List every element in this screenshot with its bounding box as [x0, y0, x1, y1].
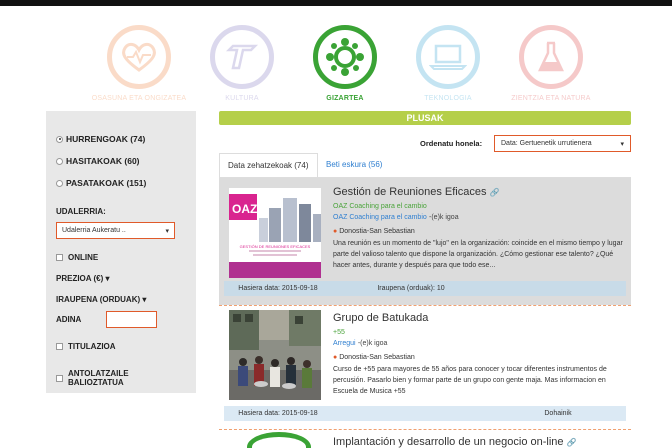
location-text: Donostia-San Sebastian	[339, 228, 415, 235]
category-label: ZIENTZIA ETA NATURA	[511, 95, 591, 102]
top-bar	[0, 0, 672, 6]
event-description: Curso de +55 para mayores de 55 años par…	[333, 366, 607, 395]
udalerria-label: UDALERRIA:	[56, 207, 106, 216]
duration: Iraupena (orduak): 10	[377, 285, 445, 292]
filter-upcoming[interactable]: HURRENGOAK (74)	[56, 128, 186, 150]
filter-started[interactable]: HASITAKOAK (60)	[56, 150, 186, 172]
duration-label: IRAUPENA (ORDUAK)	[56, 295, 141, 304]
category-health[interactable]: OSASUNA ETA ONGIZATEA	[92, 25, 186, 102]
event-title-text[interactable]: Gestión de Reuniones Eficaces	[333, 186, 486, 198]
uploader-suffix: -(e)k igoa	[357, 340, 388, 347]
oaz-logo: OAZ	[232, 202, 257, 216]
map-pin-icon: ●	[333, 228, 338, 235]
event-organizer[interactable]: +55	[333, 328, 623, 338]
card-separator	[219, 429, 631, 430]
sort-label: Ordenatu honela:	[420, 139, 483, 148]
category-label: TEKNOLOGIA	[424, 95, 472, 102]
heart-pulse-icon	[107, 25, 171, 89]
degree-filter[interactable]: TITULAZIOA	[56, 342, 186, 351]
sort-select[interactable]: Data: Gertuenetik urrutienera ▾	[494, 135, 631, 152]
event-meta: Hasiera data: 2015-09-18 Iraupena (ordua…	[224, 281, 626, 296]
duration-filter[interactable]: IRAUPENA (ORDUAK) ▾	[56, 295, 186, 304]
event-title[interactable]: Grupo de Batukada	[333, 312, 623, 324]
category-label: KULTURA	[225, 95, 259, 102]
radio-label: PASATAKOAK (151)	[66, 178, 147, 188]
event-card[interactable]: OAZ GESTIÓN DE REUNIONES EFICACES Gestió…	[219, 178, 631, 305]
uploader-suffix: -(e)k igoa	[429, 214, 459, 221]
dropdown-arrow-icon: ▾	[620, 140, 624, 148]
section-header: PLUSAK	[219, 111, 631, 125]
udalerria-select[interactable]: Udalerria Aukeratu .. ▾	[56, 222, 175, 239]
caret-down-icon: ▾	[142, 295, 147, 304]
uploader-link[interactable]: OAZ Coaching para el cambio	[333, 214, 427, 221]
event-title[interactable]: Gestión de Reuniones Eficaces 🔗	[333, 186, 623, 198]
culture-icon	[210, 25, 274, 89]
category-culture[interactable]: KULTURA	[210, 25, 274, 102]
start-date: Hasiera data: 2015-09-18	[238, 410, 318, 417]
radio-button[interactable]	[56, 179, 63, 187]
uploader-link[interactable]: Arregui	[333, 340, 356, 347]
image-caption: GESTIÓN DE REUNIONES EFICACES	[240, 244, 311, 249]
event-organizer[interactable]: OAZ Coaching para el cambio	[333, 202, 623, 212]
map-pin-icon: ●	[333, 354, 338, 361]
age-label: ADINA	[56, 315, 82, 324]
category-badge-icon	[247, 432, 311, 448]
select-value: Data: Gertuenetik urrutienera	[501, 140, 592, 147]
filter-past[interactable]: PASATAKOAK (151)	[56, 172, 186, 194]
validated-organizer-filter[interactable]: ANTOLATZAILE BALIOZTATUA	[56, 369, 186, 387]
event-location: ● Donostia-San Sebastian	[333, 353, 623, 363]
event-title[interactable]: Implantación y desarrollo de un negocio …	[333, 436, 577, 448]
caret-down-icon: ▾	[105, 274, 110, 283]
location-text: Donostia-San Sebastian	[339, 354, 415, 361]
event-title-text[interactable]: Implantación y desarrollo de un negocio …	[333, 436, 564, 448]
event-meta: Hasiera data: 2015-09-18 Dohainik	[224, 406, 626, 421]
radio-label: HURRENGOAK (74)	[66, 134, 146, 144]
start-date: Hasiera data: 2015-09-18	[238, 285, 318, 292]
price-filter[interactable]: PREZIOA (€) ▾	[56, 274, 186, 283]
category-label: OSASUNA ETA ONGIZATEA	[91, 95, 187, 102]
radio-button[interactable]	[56, 157, 63, 165]
event-location: ● Donostia-San Sebastian	[333, 227, 623, 237]
radio-button[interactable]	[56, 135, 63, 143]
dropdown-arrow-icon: ▾	[165, 227, 169, 235]
link-icon[interactable]: 🔗	[567, 438, 577, 447]
price: Dohainik	[544, 410, 572, 417]
tab-always-available[interactable]: Beti eskura (56)	[318, 153, 390, 177]
price-label: PREZIOA (€)	[56, 274, 104, 283]
people-network-icon	[313, 25, 377, 89]
event-description: Una reunión es un momento de "lujo" en l…	[333, 240, 623, 269]
event-image[interactable]: OAZ GESTIÓN DE REUNIONES EFICACES	[229, 188, 321, 278]
online-filter[interactable]: ONLINE	[56, 253, 186, 262]
event-card[interactable]: Grupo de Batukada +55 Arregui -(e)k igoa…	[219, 307, 631, 429]
checkbox-label: ANTOLATZAILE BALIOZTATUA	[67, 369, 129, 387]
checkbox[interactable]	[56, 343, 63, 350]
category-label: GIZARTEA	[326, 95, 364, 102]
category-technology[interactable]: TEKNOLOGIA	[416, 25, 480, 102]
checkbox-label: ONLINE	[68, 253, 99, 262]
checkbox[interactable]	[56, 374, 63, 382]
duration	[332, 406, 490, 421]
laptop-icon	[416, 25, 480, 89]
radio-label: HASITAKOAK (60)	[66, 156, 140, 166]
category-science[interactable]: ZIENTZIA ETA NATURA	[511, 25, 590, 102]
tab-dated[interactable]: Data zehatzekoak (74)	[219, 153, 318, 177]
link-icon[interactable]: 🔗	[490, 188, 500, 197]
price	[490, 281, 626, 296]
age-input[interactable]	[106, 311, 157, 328]
card-separator	[219, 305, 631, 306]
flask-icon	[519, 25, 583, 89]
category-society[interactable]: GIZARTEA	[313, 25, 377, 102]
filter-sidebar: HURRENGOAK (74) HASITAKOAK (60) PASATAKO…	[46, 111, 196, 393]
checkbox[interactable]	[56, 254, 63, 261]
select-value: Udalerria Aukeratu ..	[62, 227, 126, 234]
checkbox-label: TITULAZIOA	[68, 342, 116, 351]
event-image[interactable]	[229, 310, 321, 400]
